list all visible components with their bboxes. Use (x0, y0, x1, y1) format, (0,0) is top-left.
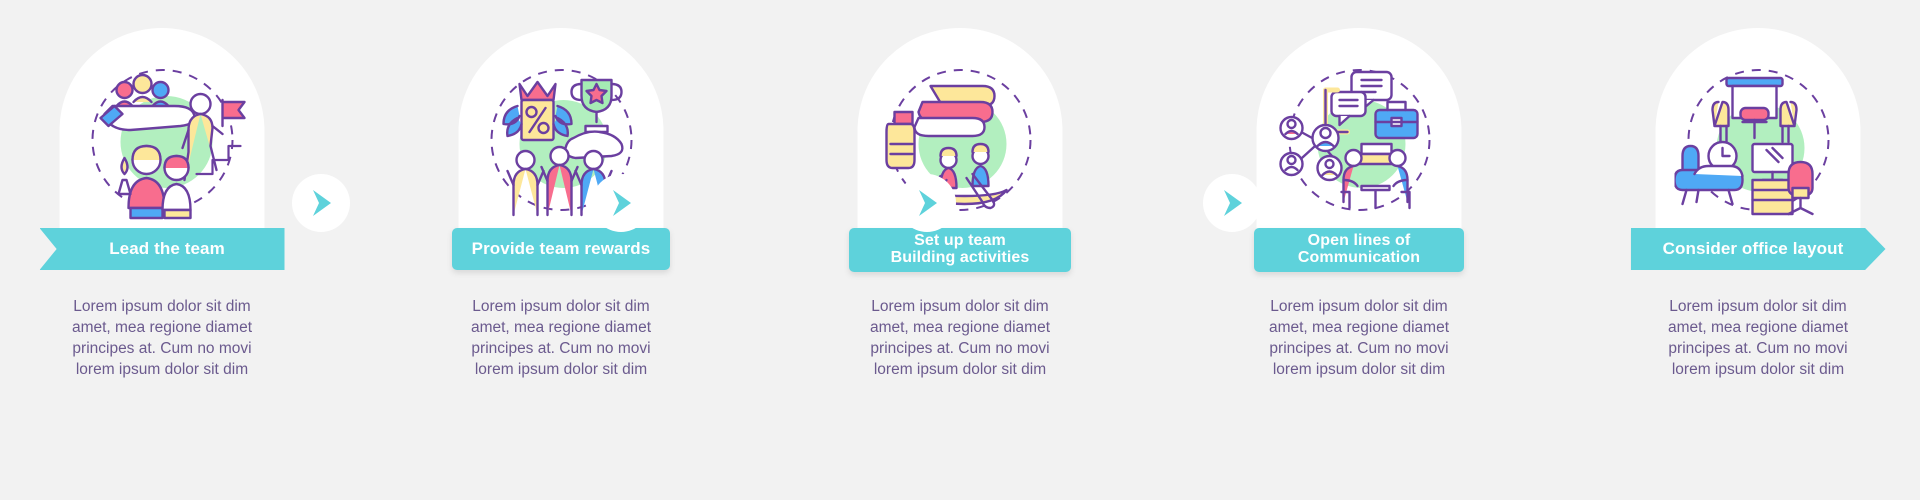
step-banner-5[interactable]: Consider office layout (1630, 228, 1886, 270)
desc-line: principes at. Cum no movi (1269, 340, 1449, 357)
step-title-3-line2: Building activities (890, 249, 1030, 266)
step-panel-2[interactable]: Provide team rewards Lorem ipsum dolor s… (407, 0, 715, 500)
chevron-right-icon (613, 190, 631, 216)
steps-row: Lead the team Lorem ipsum dolor sit dim … (0, 0, 1920, 500)
team-leadership-icon (91, 68, 246, 219)
step-title-5: Consider office layout (1662, 238, 1844, 258)
step-title-3-line1: Set up team (914, 232, 1006, 250)
step-title-2: Provide team rewards (471, 238, 651, 258)
desc-line: principes at. Cum no movi (870, 340, 1050, 357)
desc-line: principes at. Cum no movi (1668, 340, 1848, 357)
desc-line: amet, mea regione diamet (1667, 319, 1849, 336)
desc-line: lorem ipsum dolor sit dim (1671, 361, 1845, 378)
desc-line: Lorem ipsum dolor sit dim (1669, 298, 1847, 315)
desc-line: Lorem ipsum dolor sit dim (871, 298, 1049, 315)
step-description-2: Lorem ipsum dolor sit dim amet, mea regi… (407, 296, 715, 380)
step-banner-wrap-1: Lead the team (8, 228, 316, 276)
step-title-1: Lead the team (109, 238, 225, 258)
desc-line: lorem ipsum dolor sit dim (474, 361, 648, 378)
step-banner-3[interactable]: Set up team Building activities (849, 228, 1071, 272)
step-panel-1[interactable]: Lead the team Lorem ipsum dolor sit dim … (8, 0, 316, 500)
communication-icon (1278, 68, 1430, 211)
step-description-5: Lorem ipsum dolor sit dim amet, mea regi… (1604, 296, 1912, 380)
desc-line: Lorem ipsum dolor sit dim (73, 298, 251, 315)
step-card-4 (1256, 28, 1462, 243)
desc-line: amet, mea regione diamet (869, 319, 1051, 336)
step-connector-3 (898, 174, 956, 232)
step-title-3: Set up team Building activities (890, 232, 1030, 267)
step-description-1: Lorem ipsum dolor sit dim amet, mea regi… (8, 296, 316, 380)
desc-line: amet, mea regione diamet (1268, 319, 1450, 336)
desc-line: lorem ipsum dolor sit dim (1272, 361, 1446, 378)
desc-line: principes at. Cum no movi (471, 340, 651, 357)
step-description-3: Lorem ipsum dolor sit dim amet, mea regi… (806, 296, 1114, 380)
step-panel-3[interactable]: Set up team Building activities Lorem ip… (806, 0, 1114, 500)
desc-line: amet, mea regione diamet (71, 319, 253, 336)
desc-line: Lorem ipsum dolor sit dim (472, 298, 650, 315)
step-banner-4[interactable]: Open lines of Communication (1254, 228, 1464, 272)
step-connector-4 (1203, 174, 1261, 232)
step-banner-2[interactable]: Provide team rewards (452, 228, 670, 270)
step-card-5 (1655, 28, 1861, 243)
step-description-4: Lorem ipsum dolor sit dim amet, mea regi… (1205, 296, 1513, 380)
chevron-right-icon (313, 190, 331, 216)
desc-line: lorem ipsum dolor sit dim (873, 361, 1047, 378)
desc-line: principes at. Cum no movi (72, 340, 252, 357)
step-card-3 (857, 28, 1063, 243)
step-banner-wrap-5: Consider office layout (1604, 228, 1912, 276)
step-banner-1[interactable]: Lead the team (39, 228, 285, 270)
infographic-root: Lead the team Lorem ipsum dolor sit dim … (0, 0, 1920, 500)
step-banner-wrap-3: Set up team Building activities (806, 228, 1114, 276)
step-banner-wrap-2: Provide team rewards (407, 228, 715, 276)
desc-line: lorem ipsum dolor sit dim (75, 361, 249, 378)
office-layout-icon (1674, 68, 1829, 215)
step-title-4-line2: Communication (1297, 249, 1421, 266)
step-panel-4[interactable]: Open lines of Communication Lorem ipsum … (1205, 0, 1513, 500)
step-connector-1 (292, 174, 350, 232)
desc-line: Lorem ipsum dolor sit dim (1270, 298, 1448, 315)
step-title-4-line1: Open lines of (1307, 232, 1411, 250)
step-banner-wrap-4: Open lines of Communication (1205, 228, 1513, 276)
step-card-1 (59, 28, 265, 243)
desc-line: amet, mea regione diamet (470, 319, 652, 336)
chevron-right-icon (1224, 190, 1242, 216)
chevron-right-icon (919, 190, 937, 216)
step-title-4: Open lines of Communication (1297, 232, 1421, 267)
step-panel-5[interactable]: Consider office layout Lorem ipsum dolor… (1604, 0, 1912, 500)
step-connector-2 (592, 174, 650, 232)
